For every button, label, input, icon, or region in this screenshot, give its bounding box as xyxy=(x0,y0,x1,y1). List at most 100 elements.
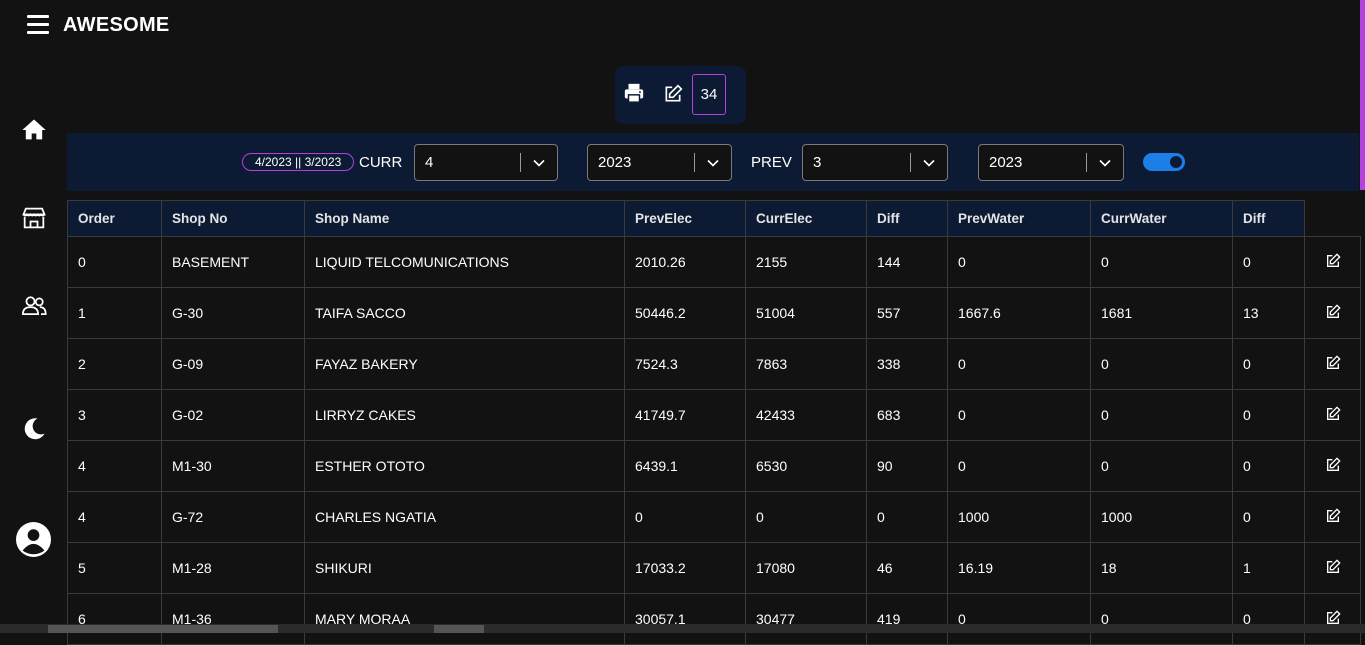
app-title: AWESOME xyxy=(63,14,170,36)
column-header[interactable]: Shop Name xyxy=(304,200,625,237)
table-cell: 1 xyxy=(1232,542,1305,594)
column-header[interactable]: CurrWater xyxy=(1090,200,1233,237)
table-cell: 1000 xyxy=(947,491,1091,543)
table-cell: 41749.7 xyxy=(624,389,746,441)
table-cell: 6439.1 xyxy=(624,440,746,492)
print-icon[interactable] xyxy=(623,82,645,104)
avatar-icon[interactable] xyxy=(16,522,51,557)
table-cell: 419 xyxy=(866,593,948,645)
edit-row-icon[interactable] xyxy=(1325,456,1341,473)
edit-row-icon[interactable] xyxy=(1325,558,1341,575)
curr-year-value: 2023 xyxy=(598,154,632,171)
table-cell: 683 xyxy=(866,389,948,441)
table-cell: 144 xyxy=(866,236,948,288)
table-cell: 4 xyxy=(67,440,162,492)
record-count: 34 xyxy=(692,74,726,115)
table-cell: 16.19 xyxy=(947,542,1091,594)
column-header[interactable]: PrevWater xyxy=(947,200,1091,237)
edit-row-icon[interactable] xyxy=(1325,354,1341,371)
column-header[interactable]: Order xyxy=(67,200,162,237)
table-cell: 0 xyxy=(866,491,948,543)
period-badge: 4/2023 || 3/2023 xyxy=(242,153,355,171)
curr-month-select[interactable]: 4 xyxy=(414,144,558,181)
table-cell: 0 xyxy=(1090,236,1233,288)
chevron-down-icon xyxy=(533,159,545,167)
chevron-down-icon xyxy=(1099,159,1111,167)
table-cell: G-30 xyxy=(161,287,305,339)
row-actions xyxy=(1304,440,1361,492)
table-cell: 18 xyxy=(1090,542,1233,594)
table-cell: 0 xyxy=(1232,440,1305,492)
filter-bar: 4/2023 || 3/2023 CURR 4 2023 PREV 3 2023 xyxy=(67,133,1359,191)
table-cell: 0 xyxy=(1090,593,1233,645)
home-icon[interactable] xyxy=(20,116,48,144)
edit-row-icon[interactable] xyxy=(1325,252,1341,269)
table-cell: 338 xyxy=(866,338,948,390)
table-row: 0 BASEMENT LIQUID TELCOMUNICATIONS 2010.26 2… xyxy=(67,236,1361,288)
prev-year-value: 2023 xyxy=(989,154,1023,171)
column-header[interactable]: Diff xyxy=(866,200,948,237)
edit-row-icon[interactable] xyxy=(1325,507,1341,524)
table-cell: SHIKURI xyxy=(304,542,625,594)
table-row: 6 M1-36 MARY MORAA 30057.1 30477 419 0 0 0 xyxy=(67,593,1361,645)
table-cell: M1-28 xyxy=(161,542,305,594)
users-icon[interactable] xyxy=(20,292,48,320)
table-row: 3 G-02 LIRRYZ CAKES 41749.7 42433 683 0 0 0 xyxy=(67,389,1361,441)
table-cell: 46 xyxy=(866,542,948,594)
table-cell: LIRRYZ CAKES xyxy=(304,389,625,441)
table-cell: 7524.3 xyxy=(624,338,746,390)
table-header-row: Order Shop No Shop Name PrevElec CurrEle… xyxy=(67,200,1361,237)
table-cell: 0 xyxy=(947,389,1091,441)
table-cell: TAIFA SACCO xyxy=(304,287,625,339)
table-cell: G-02 xyxy=(161,389,305,441)
edit-icon[interactable] xyxy=(663,84,683,104)
toolbox: 34 xyxy=(615,66,746,124)
table-cell: 0 xyxy=(947,338,1091,390)
table-cell: ESTHER OTOTO xyxy=(304,440,625,492)
table-cell: 0 xyxy=(1232,593,1305,645)
table-cell: 0 xyxy=(745,491,867,543)
table-cell: 0 xyxy=(67,236,162,288)
menu-icon[interactable] xyxy=(27,15,49,35)
table-cell: G-09 xyxy=(161,338,305,390)
curr-year-select[interactable]: 2023 xyxy=(587,144,732,181)
taskbar-item[interactable] xyxy=(48,625,278,633)
column-header[interactable]: CurrElec xyxy=(745,200,867,237)
table-cell: 557 xyxy=(866,287,948,339)
row-actions xyxy=(1304,236,1361,288)
curr-month-value: 4 xyxy=(425,154,434,171)
prev-label: PREV xyxy=(751,154,792,171)
table-cell: 0 xyxy=(947,440,1091,492)
moon-icon[interactable] xyxy=(20,415,48,443)
table-cell: 0 xyxy=(1232,236,1305,288)
top-bar: AWESOME xyxy=(0,0,1365,52)
edit-row-icon[interactable] xyxy=(1325,303,1341,320)
table-cell: 0 xyxy=(947,593,1091,645)
prev-year-select[interactable]: 2023 xyxy=(978,144,1124,181)
table-cell: 0 xyxy=(1232,389,1305,441)
prev-month-select[interactable]: 3 xyxy=(802,144,948,181)
row-actions xyxy=(1304,287,1361,339)
table-cell: 50446.2 xyxy=(624,287,746,339)
sidebar xyxy=(0,52,67,633)
table-cell: 90 xyxy=(866,440,948,492)
table-cell: G-72 xyxy=(161,491,305,543)
edit-row-icon[interactable] xyxy=(1325,405,1341,422)
column-header[interactable]: Shop No xyxy=(161,200,305,237)
table-cell: 1667.6 xyxy=(947,287,1091,339)
prev-month-value: 3 xyxy=(813,154,822,171)
column-header[interactable]: Diff xyxy=(1232,200,1305,237)
table-row: 5 M1-28 SHIKURI 17033.2 17080 46 16.19 18 1 xyxy=(67,542,1361,594)
table-cell: M1-36 xyxy=(161,593,305,645)
table-cell: 4 xyxy=(67,491,162,543)
scrollbar[interactable] xyxy=(1360,0,1365,190)
table-cell: FAYAZ BAKERY xyxy=(304,338,625,390)
view-toggle[interactable] xyxy=(1143,153,1185,171)
row-actions xyxy=(1304,389,1361,441)
column-header[interactable]: PrevElec xyxy=(624,200,746,237)
store-icon[interactable] xyxy=(20,204,48,232)
readings-table: Order Shop No Shop Name PrevElec CurrEle… xyxy=(67,200,1361,645)
taskbar-item[interactable] xyxy=(434,625,484,633)
table-cell: 30477 xyxy=(745,593,867,645)
table-cell: 17080 xyxy=(745,542,867,594)
